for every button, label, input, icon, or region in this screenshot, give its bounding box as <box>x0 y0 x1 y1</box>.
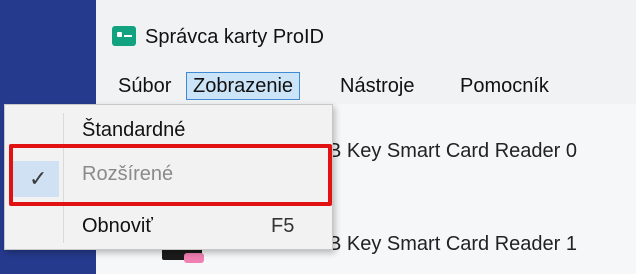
menu-nastroje[interactable]: Nástroje <box>334 72 420 100</box>
menu-item-label: Štandardné <box>82 119 186 141</box>
menu-subor[interactable]: Súbor <box>112 72 177 100</box>
window-title: Správca karty ProID <box>145 26 324 48</box>
menu-bar: Súbor Zobrazenie Nástroje Pomocník <box>96 62 636 104</box>
reader-0-label[interactable]: B Key Smart Card Reader 0 <box>328 140 577 163</box>
reader-1-label[interactable]: B Key Smart Card Reader 1 <box>328 233 577 256</box>
menu-zobrazenie[interactable]: Zobrazenie <box>186 72 301 100</box>
menu-pomocnik[interactable]: Pomocník <box>454 72 555 100</box>
smart-card-icon <box>112 26 136 46</box>
highlight-box <box>9 144 332 206</box>
menu-item-shortcut: F5 <box>271 215 295 237</box>
menu-item-label: Obnoviť <box>82 215 153 237</box>
title-bar: Správca karty ProID <box>96 0 636 62</box>
menu-item-refresh[interactable]: Obnoviť F5 <box>5 209 332 247</box>
